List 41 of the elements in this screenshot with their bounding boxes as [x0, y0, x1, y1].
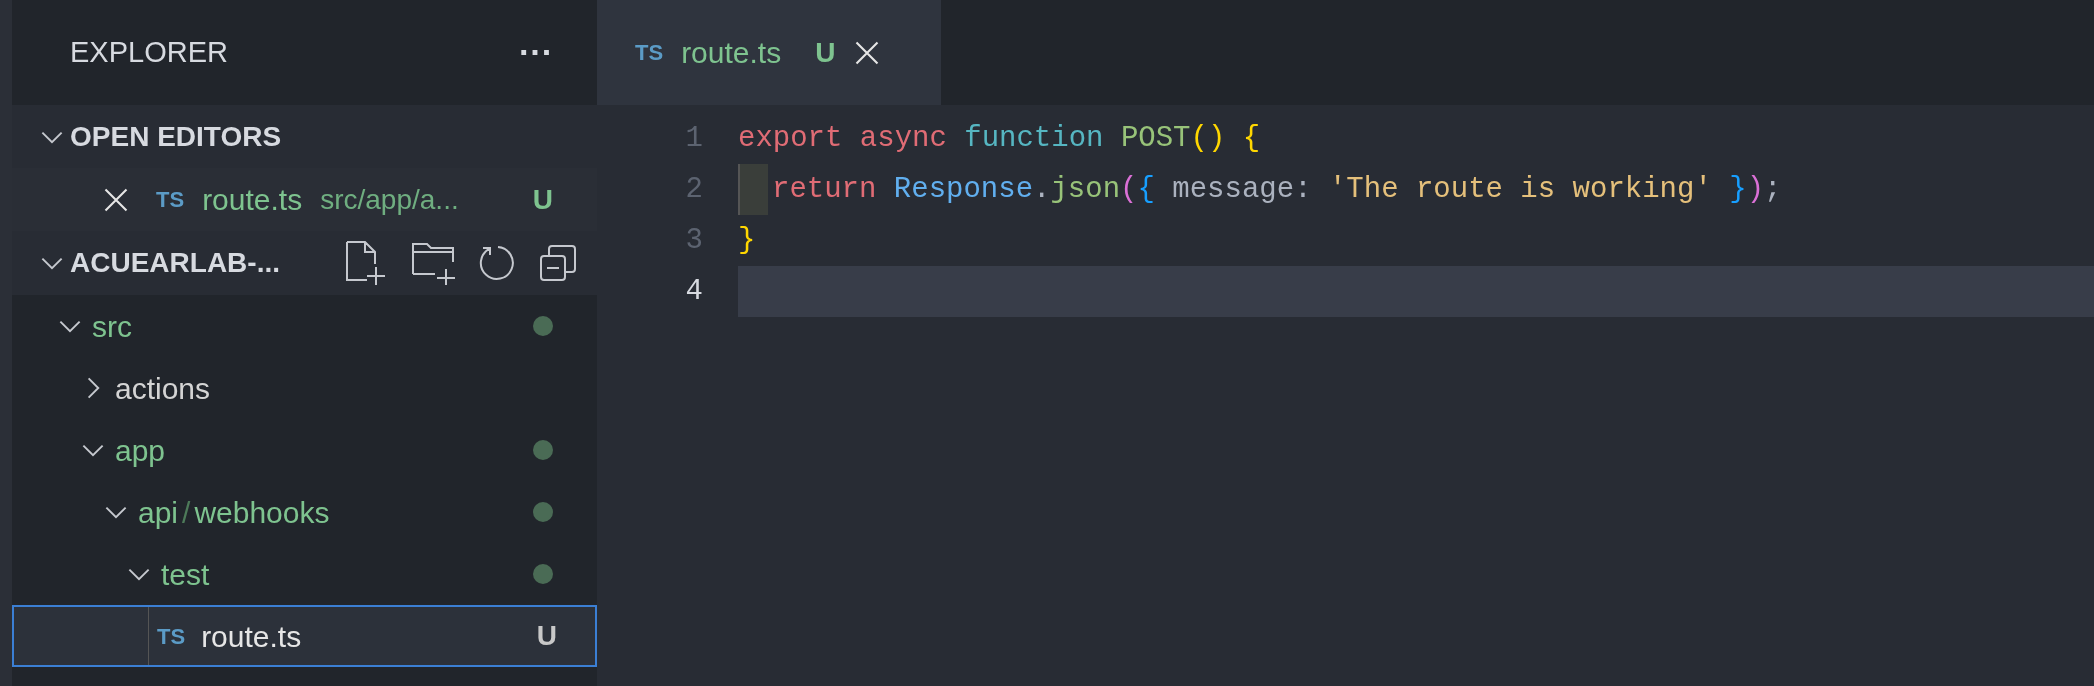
folder-name: app — [115, 432, 166, 469]
git-status: U — [532, 182, 553, 217]
file-row[interactable]: TS route.ts U — [12, 605, 597, 667]
file-path: src/app/a... — [320, 182, 459, 217]
open-editor-item[interactable]: TS route.ts src/app/a... U — [12, 168, 597, 231]
git-status: U — [536, 619, 557, 653]
line-number: 3 — [684, 222, 703, 259]
folder-name: src — [92, 308, 132, 345]
sidebar-title: EXPLORER — [70, 34, 228, 70]
collapse-all-icon[interactable] — [539, 244, 577, 282]
file-name: route.ts — [201, 618, 302, 655]
more-actions-icon[interactable]: ··· — [519, 27, 553, 78]
folder-name: actions — [115, 370, 211, 407]
folder-row[interactable]: app — [12, 419, 597, 481]
typescript-icon: TS — [157, 619, 186, 653]
folder-row[interactable]: src — [12, 295, 597, 357]
new-folder-icon[interactable] — [411, 240, 457, 286]
typescript-icon: TS — [635, 36, 664, 69]
folder-row[interactable]: actions — [12, 357, 597, 419]
folder-name: webhooks — [194, 494, 330, 531]
section-header[interactable]: ACUEARLAB-... — [12, 231, 597, 295]
code-line: } — [738, 222, 756, 259]
line-number: 4 — [684, 273, 703, 310]
file-name: route.ts — [202, 182, 303, 218]
refresh-icon[interactable] — [479, 244, 517, 282]
folder-name: api — [138, 494, 179, 531]
path-separator: / — [181, 494, 192, 531]
line-number: 1 — [684, 120, 703, 157]
folder-row[interactable]: api/webhooks — [12, 481, 597, 543]
code-line: return Response.json({ message: 'The route is working' }); — [772, 171, 1782, 208]
typescript-icon: TS — [156, 183, 185, 216]
tab-label: route.ts — [681, 35, 782, 71]
editor-tab[interactable]: TS route.ts U — [597, 0, 941, 105]
folder-row[interactable]: test — [12, 543, 597, 605]
section-title: OPEN EDITORS — [70, 119, 282, 154]
section-header[interactable]: OPEN EDITORS — [12, 105, 597, 168]
git-status: U — [815, 35, 836, 70]
folder-name: test — [161, 556, 210, 593]
code-line: export async function POST() { — [738, 120, 1261, 157]
section-title: ACUEARLAB-... — [70, 246, 280, 280]
line-number: 2 — [684, 171, 703, 208]
